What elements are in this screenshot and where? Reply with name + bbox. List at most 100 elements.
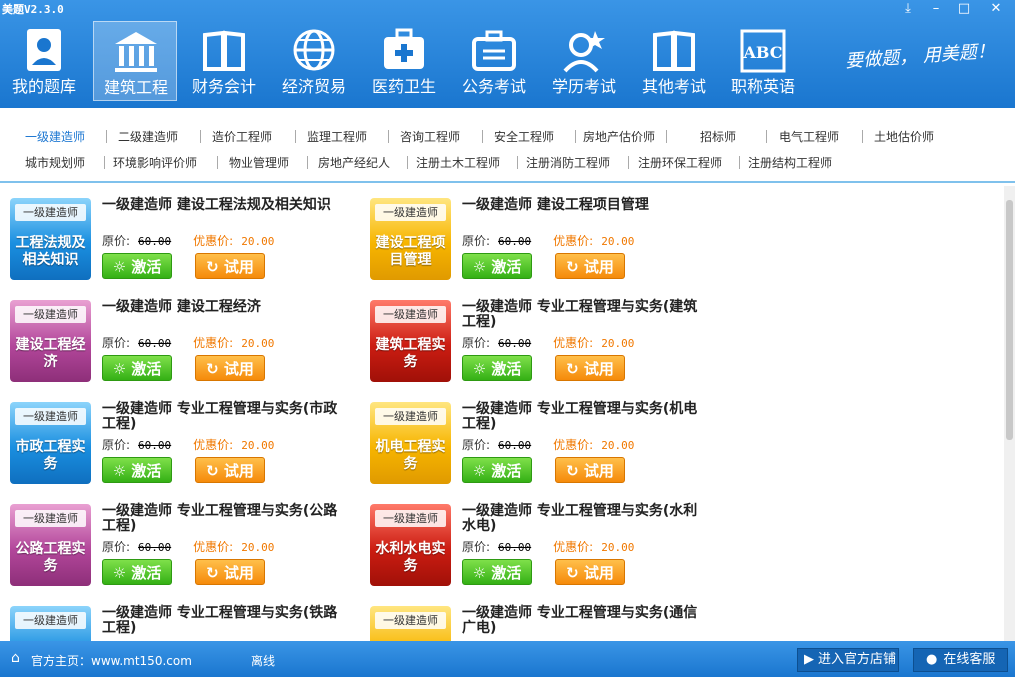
category-degree-exam[interactable]: 学历考试: [542, 21, 626, 101]
scrollbar[interactable]: [1004, 186, 1015, 641]
trial-button[interactable]: ↻ 试用: [195, 457, 265, 483]
category-my-bank[interactable]: 我的题库: [2, 21, 86, 101]
product-cover[interactable]: 一级建造师 公路工程实务: [10, 504, 91, 586]
activate-label: 激活: [131, 360, 162, 378]
building-icon: [115, 32, 157, 72]
activate-button[interactable]: ☼ 激活: [462, 559, 532, 585]
product-card: 一级建造师 建筑工程实务 一级建造师 专业工程管理与实务(建筑工程) 原价: 60…: [360, 288, 720, 386]
status-bar: ⌂ 官方主页：www.mt150.com 离线 ▶ 进入官方店铺 ● 在线客服: [0, 641, 1015, 677]
close-icon[interactable]: ✕: [985, 0, 1007, 18]
refresh-icon: ↻: [206, 360, 224, 378]
category-trade[interactable]: 经济贸易: [272, 21, 356, 101]
sun-icon: ☼: [112, 360, 132, 378]
tab-wuye[interactable]: 物业管理师: [229, 154, 289, 171]
tab-separator: [104, 156, 105, 169]
cover-badge: 一级建造师: [375, 306, 446, 323]
tab-separator: [307, 156, 308, 169]
activate-button[interactable]: ☼ 激活: [102, 457, 172, 483]
category-other-exam[interactable]: 其他考试: [632, 21, 716, 101]
discount-price-label: 优惠价:: [553, 540, 594, 554]
discount-price-label: 优惠价:: [193, 540, 234, 554]
original-price-value: 60.00: [138, 337, 172, 350]
activate-label: 激活: [491, 360, 522, 378]
tab-zaojia[interactable]: 造价工程师: [212, 128, 272, 145]
tab-erjian[interactable]: 二级建造师: [118, 128, 178, 145]
activate-button[interactable]: ☼ 激活: [102, 355, 172, 381]
tab-fangdichan-gujia[interactable]: 房地产估价师: [583, 128, 655, 145]
scrollbar-thumb[interactable]: [1006, 200, 1013, 440]
activate-button[interactable]: ☼ 激活: [462, 355, 532, 381]
product-cover[interactable]: 一级建造师 水利水电实务: [370, 504, 451, 586]
product-cover[interactable]: 一级建造师 建设工程经济: [10, 300, 91, 382]
tab-dianqi[interactable]: 电气工程师: [779, 128, 839, 145]
tab-jianli[interactable]: 监理工程师: [307, 128, 367, 145]
category-construction[interactable]: 建筑工程: [93, 21, 177, 101]
refresh-icon: ↻: [566, 564, 584, 582]
tab-huanjing-pingjia[interactable]: 环境影响评价师: [113, 154, 197, 171]
tab-separator: [766, 130, 767, 143]
cover-badge: 一级建造师: [375, 510, 446, 527]
cover-subject: 水利水电实务: [375, 541, 446, 574]
category-medical[interactable]: 医药卫生: [362, 21, 446, 101]
original-price-value: 60.00: [138, 541, 172, 554]
activate-button[interactable]: ☼ 激活: [102, 559, 172, 585]
category-title-english[interactable]: ABC 职称英语: [721, 21, 805, 101]
trial-button[interactable]: ↻ 试用: [555, 253, 625, 279]
tab-jiegou[interactable]: 注册结构工程师: [748, 154, 832, 171]
trial-button[interactable]: ↻ 试用: [195, 559, 265, 585]
trial-label: 试用: [583, 462, 614, 480]
trial-label: 试用: [223, 360, 254, 378]
minimize-icon[interactable]: –: [925, 0, 947, 18]
tab-xiaofang[interactable]: 注册消防工程师: [526, 154, 610, 171]
product-cover[interactable]: 一级建造师: [370, 606, 451, 641]
activate-button[interactable]: ☼ 激活: [102, 253, 172, 279]
category-label: 经济贸易: [281, 77, 346, 96]
discount-price-label: 优惠价:: [553, 336, 594, 350]
activate-button[interactable]: ☼ 激活: [462, 253, 532, 279]
discount-price-value: 20.00: [601, 337, 635, 350]
category-label: 建筑工程: [103, 78, 168, 97]
discount-price-label: 优惠价:: [193, 336, 234, 350]
product-cover[interactable]: 一级建造师 工程法规及相关知识: [10, 198, 91, 280]
product-cover[interactable]: 一级建造师 建设工程项目管理: [370, 198, 451, 280]
tab-anquan[interactable]: 安全工程师: [494, 128, 554, 145]
trial-button[interactable]: ↻ 试用: [555, 355, 625, 381]
category-accounting[interactable]: 财务会计: [182, 21, 266, 101]
tab-zixun[interactable]: 咨询工程师: [400, 128, 460, 145]
activate-button[interactable]: ☼ 激活: [462, 457, 532, 483]
category-label: 财务会计: [191, 77, 256, 96]
category-civil-exam[interactable]: 公务考试: [452, 21, 536, 101]
product-cover[interactable]: 一级建造师 机电工程实务: [370, 402, 451, 484]
trial-button[interactable]: ↻ 试用: [555, 457, 625, 483]
tab-huanbao[interactable]: 注册环保工程师: [638, 154, 722, 171]
tab-zhaobiao[interactable]: 招标师: [700, 128, 736, 145]
service-button[interactable]: ● 在线客服: [913, 648, 1008, 672]
trial-button[interactable]: ↻ 试用: [195, 253, 265, 279]
tab-tudi-gujia[interactable]: 土地估价师: [874, 128, 934, 145]
discount-price-value: 20.00: [241, 337, 275, 350]
product-card: 一级建造师 建设工程经济 一级建造师 建设工程经济 原价: 60.00 优惠价: 20…: [0, 288, 360, 386]
product-list: 一级建造师 工程法规及相关知识 一级建造师 建设工程法规及相关知识 原价: 60.…: [0, 186, 1004, 641]
trial-button[interactable]: ↻ 试用: [195, 355, 265, 381]
trial-label: 试用: [223, 564, 254, 582]
original-price-value: 60.00: [138, 439, 172, 452]
download-icon[interactable]: ⤓: [897, 0, 919, 18]
activate-label: 激活: [131, 564, 162, 582]
cover-badge: 一级建造师: [15, 612, 86, 629]
official-site-link[interactable]: 官方主页：www.mt150.com: [31, 652, 192, 669]
tab-tumu[interactable]: 注册土木工程师: [416, 154, 500, 171]
product-title: 一级建造师 专业工程管理与实务(水利水电): [462, 503, 698, 534]
trial-button[interactable]: ↻ 试用: [555, 559, 625, 585]
tab-fangdichan-jingji[interactable]: 房地产经纪人: [318, 154, 390, 171]
product-cover[interactable]: 一级建造师 市政工程实务: [10, 402, 91, 484]
product-title: 一级建造师 专业工程管理与实务(公路工程): [102, 503, 338, 534]
maximize-icon[interactable]: □: [953, 0, 975, 18]
category-label: 我的题库: [11, 77, 76, 96]
tab-chengshi-guihua[interactable]: 城市规划师: [25, 154, 85, 171]
store-button[interactable]: ▶ 进入官方店铺: [797, 648, 899, 672]
product-cover[interactable]: 一级建造师 建筑工程实务: [370, 300, 451, 382]
product-cover[interactable]: 一级建造师: [10, 606, 91, 641]
tab-yijian[interactable]: 一级建造师: [25, 128, 85, 145]
book-icon: [653, 30, 695, 71]
cover-badge: 一级建造师: [15, 204, 86, 221]
